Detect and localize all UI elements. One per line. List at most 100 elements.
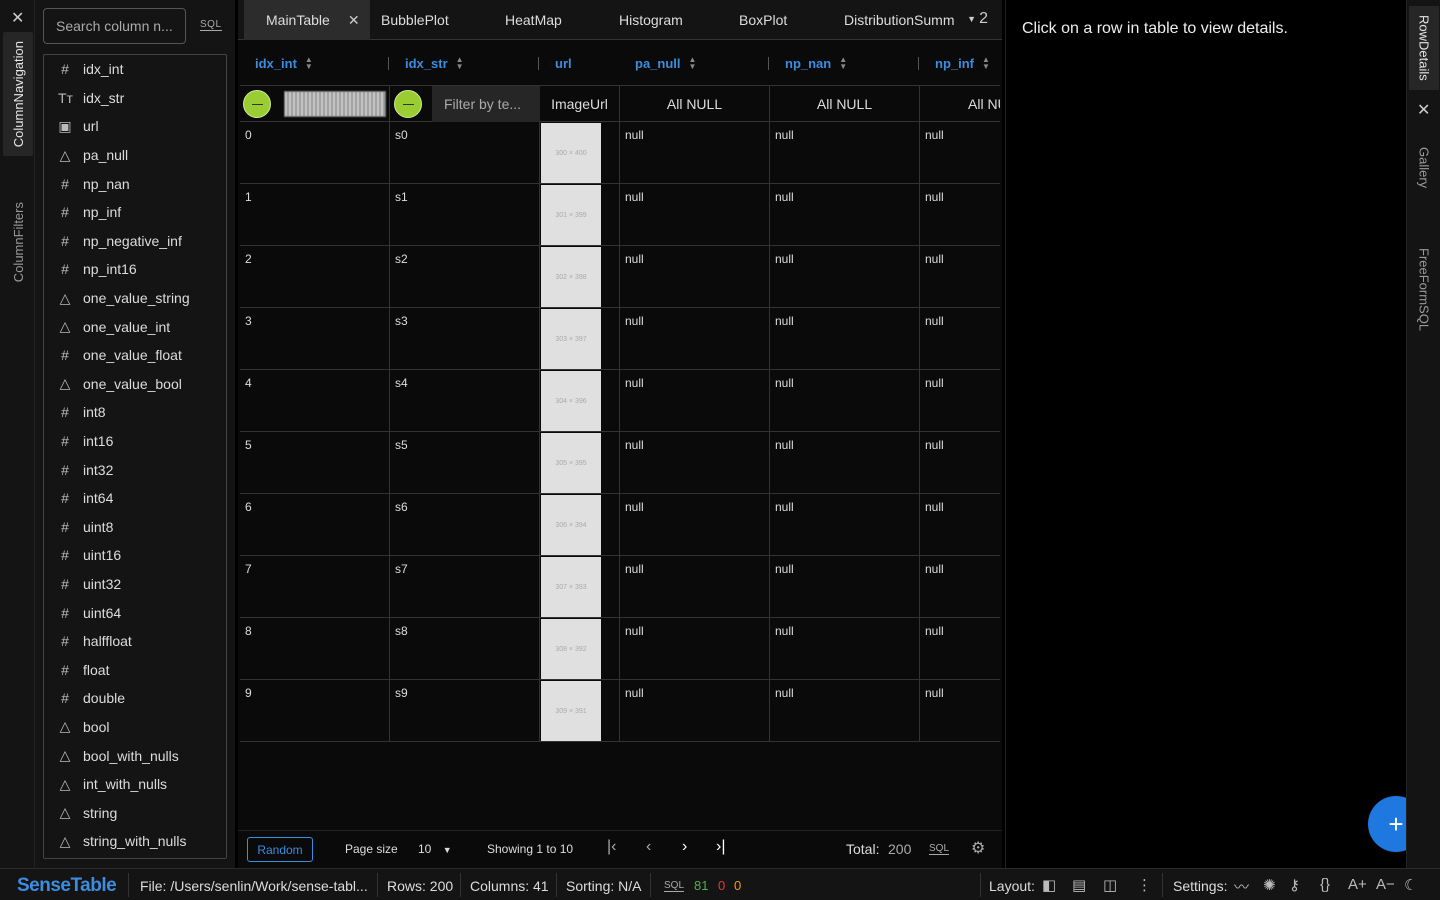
table-row[interactable]: 3 s3 null null null 303 × 397: [240, 308, 1000, 370]
key-icon[interactable]: ⚷: [1289, 876, 1300, 894]
sql-button[interactable]: SQL: [200, 19, 222, 31]
search-column-input[interactable]: [43, 8, 186, 44]
column-list-item[interactable]: # one_value_float: [44, 341, 226, 370]
image-thumbnail[interactable]: 308 × 392: [541, 619, 601, 679]
column-divider[interactable]: [538, 57, 539, 70]
page-size-select[interactable]: 10 ▼: [418, 842, 452, 856]
column-divider[interactable]: [388, 57, 389, 70]
tab-box-plot[interactable]: BoxPlot: [739, 0, 787, 40]
close-icon[interactable]: ✕: [11, 8, 24, 28]
column-list-item[interactable]: △ pa_null: [44, 141, 226, 170]
dark-mode-icon[interactable]: ☾: [1404, 876, 1417, 894]
font-increase-icon[interactable]: A+: [1348, 876, 1367, 893]
column-list-item[interactable]: Tт idx_str: [44, 84, 226, 113]
tab-bubble-plot[interactable]: BubblePlot: [381, 0, 449, 40]
last-page-icon[interactable]: ›|: [716, 838, 725, 856]
table-row[interactable]: 9 s9 null null null 309 × 391: [240, 680, 1000, 742]
column-list-item[interactable]: △ bool: [44, 713, 226, 742]
column-list-item[interactable]: # halffloat: [44, 627, 226, 656]
sql-button[interactable]: SQL: [929, 843, 950, 855]
header-pa-null[interactable]: pa_null ▲ ▼: [620, 40, 770, 86]
column-divider[interactable]: [918, 57, 919, 70]
column-list-item[interactable]: △ int_with_nulls: [44, 770, 226, 799]
image-thumbnail[interactable]: 304 × 396: [541, 371, 601, 431]
image-thumbnail[interactable]: 309 × 391: [541, 681, 601, 741]
column-list-item[interactable]: # np_int16: [44, 255, 226, 284]
tab-heat-map[interactable]: HeatMap: [505, 0, 562, 40]
more-vertical-icon[interactable]: ⋮: [1137, 876, 1152, 894]
column-list-item[interactable]: △ one_value_string: [44, 284, 226, 313]
random-button[interactable]: Random: [247, 837, 313, 862]
text-filter-input[interactable]: Filter by te...: [432, 86, 540, 122]
table-row[interactable]: 4 s4 null null null 304 × 396: [240, 370, 1000, 432]
column-list-item[interactable]: # np_inf: [44, 198, 226, 227]
column-list-item[interactable]: # int8: [44, 398, 226, 427]
header-url[interactable]: url: [540, 40, 620, 86]
table-row[interactable]: 8 s8 null null null 308 × 392: [240, 618, 1000, 680]
filter-pa-null[interactable]: All NULL: [620, 86, 770, 122]
settings-gear-icon[interactable]: ⚙: [971, 838, 985, 858]
column-list-item[interactable]: # uint8: [44, 513, 226, 542]
column-list-item[interactable]: # double: [44, 684, 226, 713]
table-row[interactable]: 6 s6 null null null 306 × 394: [240, 494, 1000, 556]
more-tabs-dropdown[interactable]: ▼ 2: [967, 0, 988, 40]
image-thumbnail[interactable]: 301 × 399: [541, 185, 601, 245]
filter-np-inf[interactable]: All NU: [920, 86, 1000, 122]
code-braces-icon[interactable]: {}: [1320, 876, 1330, 893]
table-row[interactable]: 5 s5 null null null 305 × 395: [240, 432, 1000, 494]
chart-trend-icon[interactable]: 〰: [1234, 876, 1249, 897]
filter-np-nan[interactable]: All NULL: [770, 86, 920, 122]
filter-toggle-handle[interactable]: [394, 90, 422, 118]
image-thumbnail[interactable]: 300 × 400: [541, 123, 601, 183]
column-list-item[interactable]: △ one_value_int: [44, 312, 226, 341]
tab-histogram[interactable]: Histogram: [619, 0, 683, 40]
image-thumbnail[interactable]: 303 × 397: [541, 309, 601, 369]
layout-columns-icon[interactable]: ◫: [1103, 876, 1117, 894]
image-thumbnail[interactable]: 302 × 398: [541, 247, 601, 307]
table-row[interactable]: 2 s2 null null null 302 × 398: [240, 246, 1000, 308]
column-list-item[interactable]: # np_negative_inf: [44, 227, 226, 256]
tab-gallery[interactable]: Gallery: [1409, 128, 1439, 208]
sort-icon[interactable]: ▲ ▼: [689, 56, 697, 71]
column-list-item[interactable]: △ one_value_bool: [44, 370, 226, 399]
font-decrease-icon[interactable]: A−: [1376, 876, 1395, 893]
header-np-nan[interactable]: np_nan ▲ ▼: [770, 40, 920, 86]
column-list-item[interactable]: △ string: [44, 798, 226, 827]
table-row[interactable]: 7 s7 null null null 307 × 393: [240, 556, 1000, 618]
tab-distribution-summary[interactable]: DistributionSumm: [844, 0, 954, 40]
column-list-item[interactable]: # uint64: [44, 598, 226, 627]
next-page-icon[interactable]: ›: [682, 838, 687, 856]
layout-sidebar-icon[interactable]: ◧: [1042, 876, 1056, 894]
header-idx-str[interactable]: idx_str ▲ ▼: [390, 40, 540, 86]
tab-free-form-sql[interactable]: FreeFormSQL: [1409, 230, 1439, 350]
tab-column-filters[interactable]: ColumnFilters: [3, 172, 33, 312]
column-list-item[interactable]: # uint16: [44, 541, 226, 570]
close-tab-icon[interactable]: ✕: [348, 12, 360, 28]
filter-url[interactable]: ImageUrl: [540, 86, 620, 122]
column-list-item[interactable]: # uint32: [44, 570, 226, 599]
debug-bug-icon[interactable]: ✺: [1263, 876, 1276, 894]
sql-button[interactable]: SQL: [664, 880, 685, 892]
range-slider-handle[interactable]: [243, 90, 271, 118]
first-page-icon[interactable]: |‹: [607, 838, 616, 856]
previous-page-icon[interactable]: ‹: [646, 838, 651, 856]
tab-main-table[interactable]: MainTable ✕: [244, 0, 370, 40]
layout-rows-icon[interactable]: ▤: [1072, 876, 1086, 894]
column-list-item[interactable]: # idx_int: [44, 55, 226, 84]
image-thumbnail[interactable]: 306 × 394: [541, 495, 601, 555]
image-thumbnail[interactable]: 307 × 393: [541, 557, 601, 617]
header-np-inf[interactable]: np_inf ▲ ▼: [920, 40, 1000, 86]
sort-icon[interactable]: ▲ ▼: [305, 56, 313, 71]
column-list-item[interactable]: △ bool_with_nulls: [44, 741, 226, 770]
header-idx-int[interactable]: idx_int ▲ ▼: [240, 40, 390, 86]
tab-row-details[interactable]: RowDetails: [1409, 6, 1439, 90]
range-slider-track[interactable]: [284, 91, 386, 117]
close-icon[interactable]: ✕: [1417, 100, 1430, 120]
sort-icon[interactable]: ▲ ▼: [839, 56, 847, 71]
sort-icon[interactable]: ▲ ▼: [982, 56, 990, 71]
tab-column-navigation[interactable]: ColumnNavigation: [3, 32, 33, 156]
column-list-item[interactable]: ▣ url: [44, 112, 226, 141]
column-list-item[interactable]: # float: [44, 655, 226, 684]
column-divider[interactable]: [768, 57, 769, 70]
column-list-item[interactable]: # np_nan: [44, 169, 226, 198]
